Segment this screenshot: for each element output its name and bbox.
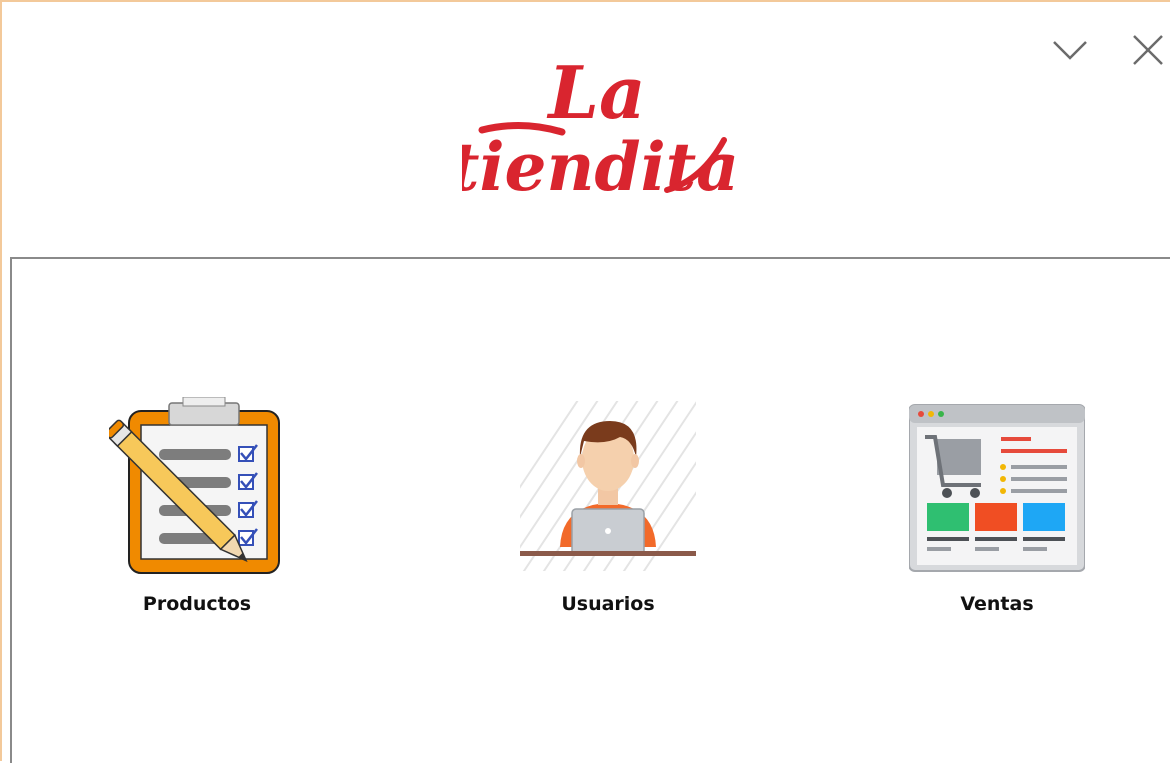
clipboard-checklist-icon — [109, 397, 280, 574]
menu-tile-usuarios[interactable]: Usuarios — [508, 397, 708, 627]
logo: La tiendita — [462, 50, 739, 206]
menu-tile-label: Productos — [142, 593, 252, 615]
close-button[interactable] — [1128, 30, 1168, 70]
content-left-border — [10, 257, 12, 763]
close-icon — [1133, 35, 1163, 65]
menu-tile-label: Usuarios — [561, 593, 655, 615]
header: La tiendita — [12, 4, 1170, 259]
svg-text:tiendita: tiendita — [462, 128, 739, 206]
user-laptop-icon — [520, 401, 696, 571]
shopping-web-page-icon — [909, 404, 1085, 572]
menu-tile-productos[interactable]: Productos — [97, 397, 297, 627]
chevron-down-icon — [1053, 41, 1087, 60]
menu-tile-ventas[interactable]: Ventas — [897, 397, 1097, 627]
minimize-button[interactable] — [1050, 30, 1090, 70]
svg-text:La: La — [546, 50, 645, 135]
menu-tile-label: Ventas — [960, 593, 1034, 615]
app-window: La tiendita Productos Usuarios Ventas — [0, 0, 1170, 763]
